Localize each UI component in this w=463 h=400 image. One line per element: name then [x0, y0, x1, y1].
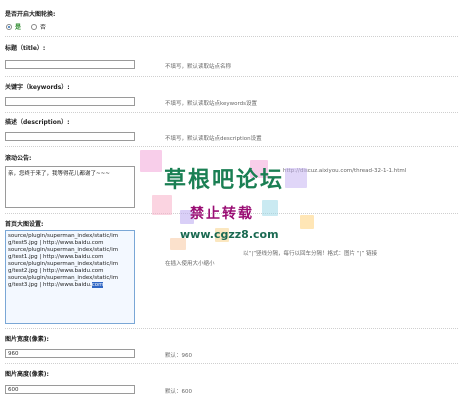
selected-text: com	[91, 282, 104, 288]
watermark-block	[152, 195, 172, 215]
width-input[interactable]: 960	[5, 349, 135, 358]
divider	[5, 36, 458, 37]
height-input[interactable]: 600	[5, 385, 135, 394]
slides-line: source/plugin/superman_index/static/im	[8, 261, 119, 267]
divider	[5, 112, 458, 113]
watermark-block	[300, 215, 314, 229]
height-hint: 默认：600	[165, 389, 192, 395]
divider	[5, 76, 458, 77]
notice-label: 滚动公告:	[5, 155, 32, 162]
radio-yes[interactable]	[6, 23, 12, 30]
title-hint: 不填写，默认读取站点名称	[165, 64, 232, 70]
watermark-title: 草根吧论坛	[164, 168, 285, 193]
enable-player-label: 是否开启大图轮换:	[5, 11, 56, 18]
title-label: 标题（title）:	[5, 45, 46, 52]
divider	[5, 328, 458, 329]
description-input[interactable]	[5, 132, 135, 141]
divider	[5, 363, 458, 364]
keywords-input[interactable]	[5, 97, 135, 106]
slides-label: 首页大图设置:	[5, 221, 44, 228]
watermark-url: www.cgzz8.com	[180, 228, 279, 241]
slides-textarea[interactable]: source/plugin/superman_index/static/im g…	[5, 230, 135, 324]
notice-textarea[interactable]: 亲，您终于来了，我等得花儿都谢了~~~	[5, 166, 135, 208]
slides-line: source/plugin/superman_index/static/im	[8, 233, 119, 239]
enable-player-radio-group: 是 否	[6, 22, 46, 31]
slides-line: source/plugin/superman_index/static/im	[8, 275, 119, 281]
watermark-subtitle: 禁止转载	[190, 206, 254, 222]
width-hint: 默认：960	[165, 353, 192, 359]
description-hint: 不填写，默认读取站点description设置	[165, 136, 262, 142]
width-label: 图片宽度(像素):	[5, 336, 49, 343]
watermark-block	[285, 168, 307, 188]
slides-hint-line2: 在插入使用大小缩小	[165, 261, 215, 267]
title-input[interactable]	[5, 60, 135, 69]
description-label: 描述（description）:	[5, 119, 70, 126]
notice-text: 亲，您终于来了，我等得花儿都谢了~~~	[8, 171, 110, 177]
slides-line: g/test2.jpg | http://www.baidu.com	[8, 268, 104, 274]
slides-hint-line1: 以“|”竖线分隔，每行以回车分隔！格式：图片 “|” 链接	[243, 251, 378, 257]
keywords-label: 关键字（keywords）:	[5, 84, 70, 91]
radio-yes-label[interactable]: 是	[15, 22, 21, 31]
radio-no[interactable]	[31, 23, 38, 30]
watermark-block	[262, 200, 278, 216]
height-label: 图片高度(像素):	[5, 371, 49, 378]
slides-line: g/test5.jpg | http://www.baidu.com	[8, 240, 104, 246]
slides-line: g/test3.jpg | http://www.baidu.	[8, 282, 92, 288]
slides-line: g/test1.jpg | http://www.baidu.com	[8, 254, 104, 260]
radio-no-label[interactable]: 否	[40, 22, 46, 31]
divider	[5, 146, 458, 147]
keywords-hint: 不填写，默认读取站点keywords设置	[165, 101, 258, 107]
watermark-block	[140, 150, 162, 172]
slides-line: source/plugin/superman_index/static/im	[8, 247, 119, 253]
